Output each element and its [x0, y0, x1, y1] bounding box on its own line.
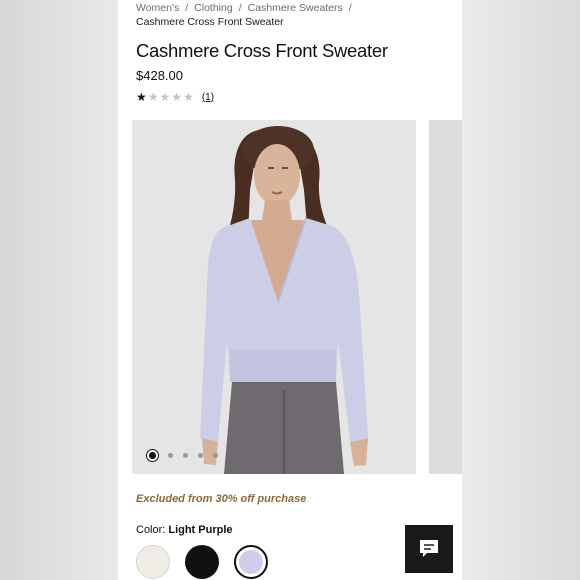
- star-icon: ★: [183, 90, 194, 104]
- breadcrumb-separator: /: [185, 2, 189, 14]
- star-icon: ★: [171, 90, 183, 104]
- star-icon: ★: [159, 90, 171, 104]
- pagination-dot-active[interactable]: [147, 450, 158, 461]
- swatch-black[interactable]: [185, 545, 219, 579]
- breadcrumb-current: Cashmere Cross Front Sweater: [136, 16, 284, 28]
- chat-bubble-icon: [420, 540, 438, 557]
- product-page: Women's / Clothing / Cashmere Sweaters / Cash…: [118, 0, 462, 580]
- breadcrumb-cashmere-sweaters[interactable]: Cashmere Sweaters: [248, 2, 343, 14]
- swatch-cream[interactable]: [136, 545, 170, 579]
- breadcrumb: Women's / Clothing / Cashmere Sweaters / Cash…: [136, 2, 456, 29]
- model-photo: [132, 120, 416, 474]
- breadcrumb-womens[interactable]: Women's: [136, 2, 179, 14]
- product-price: $428.00: [136, 68, 183, 83]
- product-title: Cashmere Cross Front Sweater: [136, 40, 388, 61]
- breadcrumb-separator: /: [348, 2, 352, 14]
- star-icon: ★: [136, 90, 147, 104]
- breadcrumb-separator: /: [238, 2, 242, 14]
- next-product-image[interactable]: [429, 120, 462, 474]
- pagination-dot[interactable]: [213, 453, 218, 458]
- chat-button[interactable]: [405, 525, 453, 573]
- color-label: Color:: [136, 524, 166, 536]
- pagination-dot[interactable]: [198, 453, 203, 458]
- review-count-link[interactable]: (1): [202, 92, 214, 103]
- background-right: [462, 0, 580, 580]
- product-rating[interactable]: ★ ★ ★ ★ ★ (1): [136, 91, 214, 103]
- product-image[interactable]: [132, 120, 416, 474]
- color-swatches: [136, 545, 283, 579]
- pagination-dot[interactable]: [183, 453, 188, 458]
- selected-color: Light Purple: [168, 524, 233, 536]
- promo-message: Excluded from 30% off purchase: [136, 493, 307, 505]
- image-gallery[interactable]: [132, 120, 462, 474]
- breadcrumb-clothing[interactable]: Clothing: [194, 2, 233, 14]
- color-selector-label: Color: Light Purple: [136, 524, 233, 536]
- pagination-dot[interactable]: [168, 453, 173, 458]
- swatch-light-purple[interactable]: [234, 545, 268, 579]
- background-left: [0, 0, 118, 580]
- star-icon: ★: [147, 90, 159, 104]
- gallery-pagination: [146, 450, 228, 461]
